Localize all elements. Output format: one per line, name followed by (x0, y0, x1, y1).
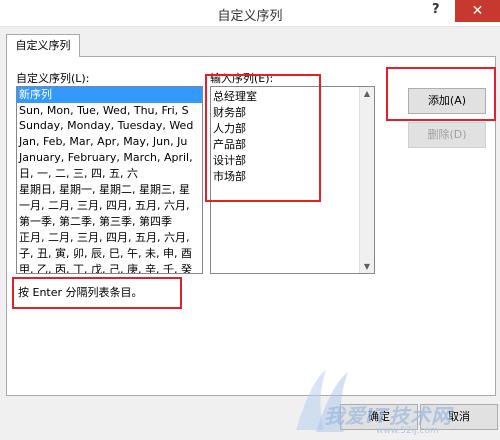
watermark-text: 我爱IT技术网 (324, 404, 453, 428)
list-item[interactable]: 一月, 二月, 三月, 四月, 五月, 六月, (17, 198, 189, 214)
list-item[interactable]: 日, 一, 二, 三, 四, 五, 六 (17, 166, 138, 182)
watermark-url: www.52ij.com (376, 426, 439, 436)
scroll-up-icon[interactable]: ▲ (360, 89, 374, 98)
list-item[interactable]: Sun, Mon, Tue, Wed, Thu, Fri, S (17, 103, 189, 119)
hint-text: 按 Enter 分隔列表条目。 (18, 286, 143, 299)
scroll-down-icon[interactable]: ▼ (360, 262, 374, 271)
entries-scrollbar[interactable]: ▲ ▼ (359, 87, 374, 273)
tab-custom-lists[interactable]: 自定义序列 (6, 34, 80, 57)
list-item[interactable]: Jan, Feb, Mar, Apr, May, Jun, Ju (17, 134, 187, 150)
list-item[interactable]: Sunday, Monday, Tuesday, Wed (17, 118, 193, 134)
list-item[interactable]: 子, 丑, 寅, 卯, 辰, 巳, 午, 未, 申, 酉 (17, 246, 192, 262)
list-item[interactable]: January, February, March, April, (17, 150, 193, 166)
annotation-box-entries (205, 74, 321, 202)
watermark: 我爱IT技术网 www.52ij.com (286, 360, 498, 440)
title-bar: 自定义序列 ? ✕ (0, 0, 500, 27)
annotation-box-add (386, 67, 496, 121)
list-item-new[interactable]: 新序列 (17, 87, 202, 103)
custom-lists-listbox[interactable]: 新序列 Sun, Mon, Tue, Wed, Thu, Fri, S Sund… (16, 86, 203, 274)
list-item[interactable]: 正月, 二月, 三月, 四月, 五月, 六月, (17, 230, 189, 246)
window-title: 自定义序列 (217, 9, 283, 24)
delete-button[interactable]: 删除(D) (408, 122, 486, 148)
help-button[interactable]: ? (432, 2, 440, 17)
custom-lists-label: 自定义序列(L): (16, 72, 90, 85)
close-button[interactable]: ✕ (455, 0, 500, 22)
list-item[interactable]: 第一季, 第二季, 第三季, 第四季 (17, 214, 172, 230)
list-item[interactable]: 甲, 乙, 丙, 丁, 戊, 己, 庚, 辛, 壬, 癸 (17, 262, 192, 273)
list-item[interactable]: 星期日, 星期一, 星期二, 星期三, 星 (17, 182, 190, 198)
